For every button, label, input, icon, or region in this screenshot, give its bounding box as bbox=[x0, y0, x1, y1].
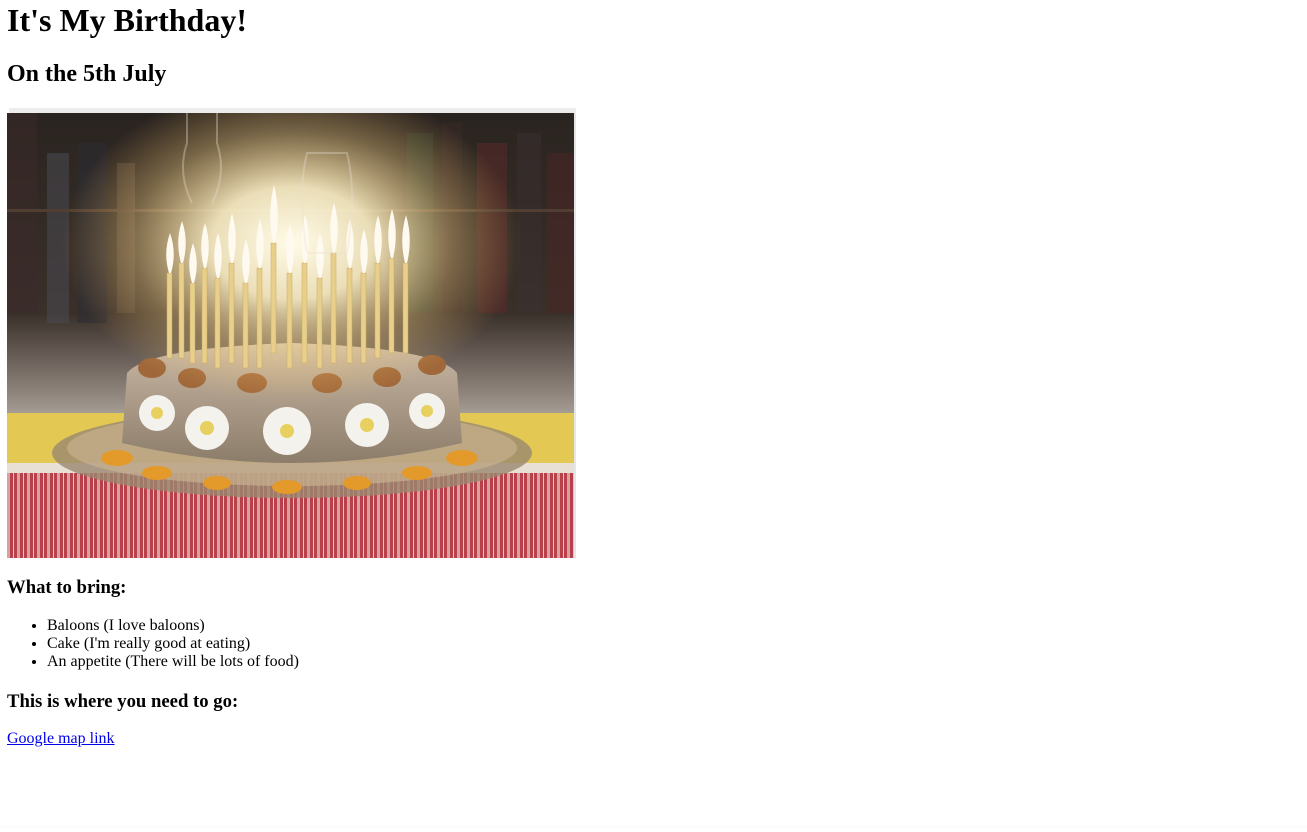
bring-list: Baloons (I love baloons) Cake (I'm reall… bbox=[7, 617, 547, 671]
google-map-link[interactable]: Google map link bbox=[7, 730, 115, 748]
what-to-bring-heading: What to bring: bbox=[7, 577, 127, 598]
page-bottom-divider bbox=[0, 826, 1307, 828]
page-title: It's My Birthday! bbox=[7, 2, 247, 38]
list-item: Cake (I'm really good at eating) bbox=[47, 635, 547, 653]
birthday-cake-image bbox=[7, 113, 574, 558]
list-item: Baloons (I love baloons) bbox=[47, 617, 547, 635]
list-item: An appetite (There will be lots of food) bbox=[47, 653, 547, 671]
directions-heading: This is where you need to go: bbox=[7, 691, 239, 712]
event-date: On the 5th July bbox=[7, 61, 167, 87]
